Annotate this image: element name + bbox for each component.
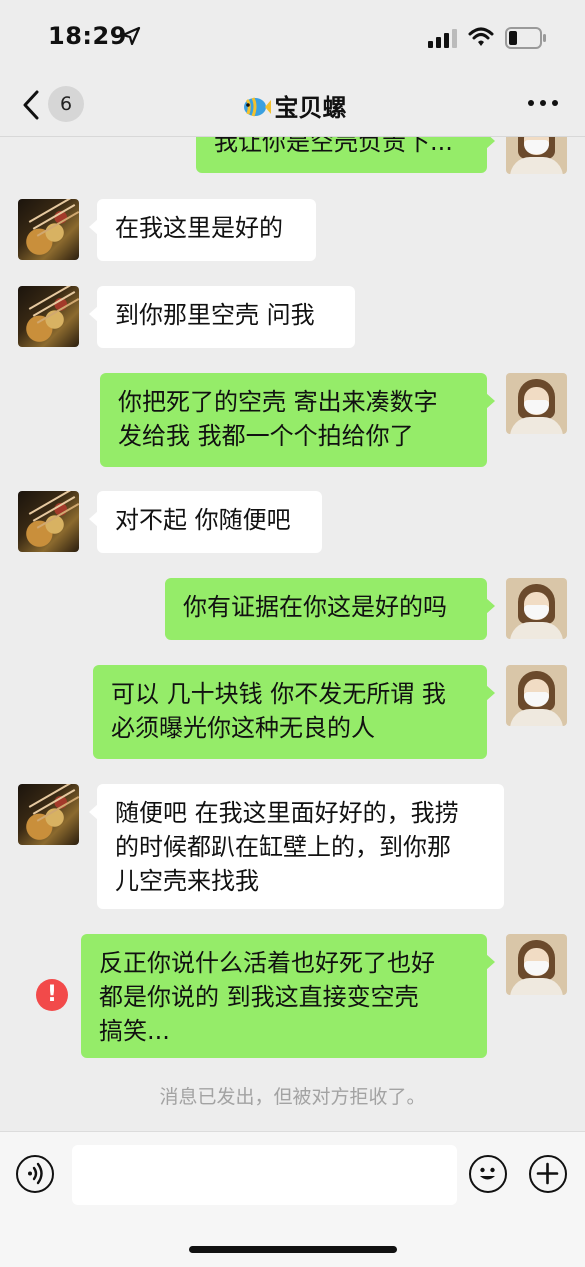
my-avatar[interactable] (506, 137, 567, 174)
wifi-icon (468, 27, 494, 46)
message-bubble[interactable]: 可以 几十块钱 你不发无所谓 我 必须曝光你这种无良的人 (93, 665, 495, 759)
message-outgoing: 你把死了的空壳 寄出来凑数字 发给我 我都一个个拍给你了 (0, 373, 585, 467)
voice-input-button[interactable] (16, 1155, 54, 1193)
chat-header: 6 宝贝螺 (0, 72, 585, 137)
message-bubble[interactable]: 对不起 你随便吧 (89, 491, 322, 553)
more-functions-button[interactable] (529, 1155, 567, 1193)
message-outgoing: 你有证据在你这是好的吗 (0, 578, 585, 640)
status-bar: 18:29 (0, 0, 585, 72)
message-outgoing: 可以 几十块钱 你不发无所谓 我 必须曝光你这种无良的人 (0, 665, 585, 759)
dot-icon (552, 100, 558, 106)
battery-icon (505, 27, 546, 49)
message-bubble[interactable]: 在我这里是好的 (89, 199, 316, 261)
message-bubble[interactable]: 你有证据在你这是好的吗 (165, 578, 495, 640)
message-list[interactable]: 我让你是空壳负责下... 在我这里是好的 到你那里空壳 问我 你把死了的空壳 寄… (0, 137, 585, 1131)
cellular-signal-icon (428, 29, 457, 48)
my-avatar[interactable] (506, 373, 567, 434)
more-options-button[interactable] (528, 100, 558, 108)
status-time: 18:29 (48, 22, 127, 50)
plus-icon (536, 1162, 559, 1185)
message-bubble[interactable]: 到你那里空壳 问我 (89, 286, 355, 348)
chat-title-text: 宝贝螺 (274, 94, 347, 122)
emoji-button[interactable] (469, 1155, 507, 1193)
message-bubble[interactable]: 你把死了的空壳 寄出来凑数字 发给我 我都一个个拍给你了 (100, 373, 495, 467)
dot-icon (540, 100, 546, 106)
message-bubble[interactable]: 反正你说什么活着也好死了也好 都是你说的 到我这直接变空壳 搞笑... (81, 934, 495, 1058)
chat-title: 宝贝螺 (0, 88, 585, 123)
home-indicator[interactable] (189, 1246, 397, 1253)
message-outgoing: 我让你是空壳负责下... (0, 137, 585, 177)
message-incoming: 随便吧 在我这里面好好的，我捞 的时候都趴在缸壁上的，到你那 儿空壳来找我 (0, 784, 585, 909)
my-avatar[interactable] (506, 578, 567, 639)
message-incoming: 到你那里空壳 问我 (0, 286, 585, 348)
contact-avatar[interactable] (18, 491, 79, 552)
voice-icon (28, 1162, 43, 1185)
message-input[interactable] (72, 1145, 457, 1205)
my-avatar[interactable] (506, 665, 567, 726)
message-incoming: 在我这里是好的 (0, 199, 585, 261)
my-avatar[interactable] (506, 934, 567, 995)
location-arrow-icon (121, 26, 141, 46)
message-incoming: 对不起 你随便吧 (0, 491, 585, 553)
message-outgoing: ! 反正你说什么活着也好死了也好 都是你说的 到我这直接变空壳 搞笑... (0, 934, 585, 1059)
system-notice: 消息已发出，但被对方拒收了。 (159, 1086, 426, 1108)
message-bubble[interactable]: 随便吧 在我这里面好好的，我捞 的时候都趴在缸壁上的，到你那 儿空壳来找我 (89, 784, 504, 909)
contact-avatar[interactable] (18, 286, 79, 347)
dot-icon (528, 100, 534, 106)
contact-avatar[interactable] (18, 784, 79, 845)
contact-avatar[interactable] (18, 199, 79, 260)
fish-icon (243, 97, 271, 117)
message-bubble[interactable]: 我让你是空壳负责下... (196, 137, 495, 173)
smiley-icon (480, 1167, 495, 1180)
send-failed-icon[interactable]: ! (36, 979, 68, 1011)
